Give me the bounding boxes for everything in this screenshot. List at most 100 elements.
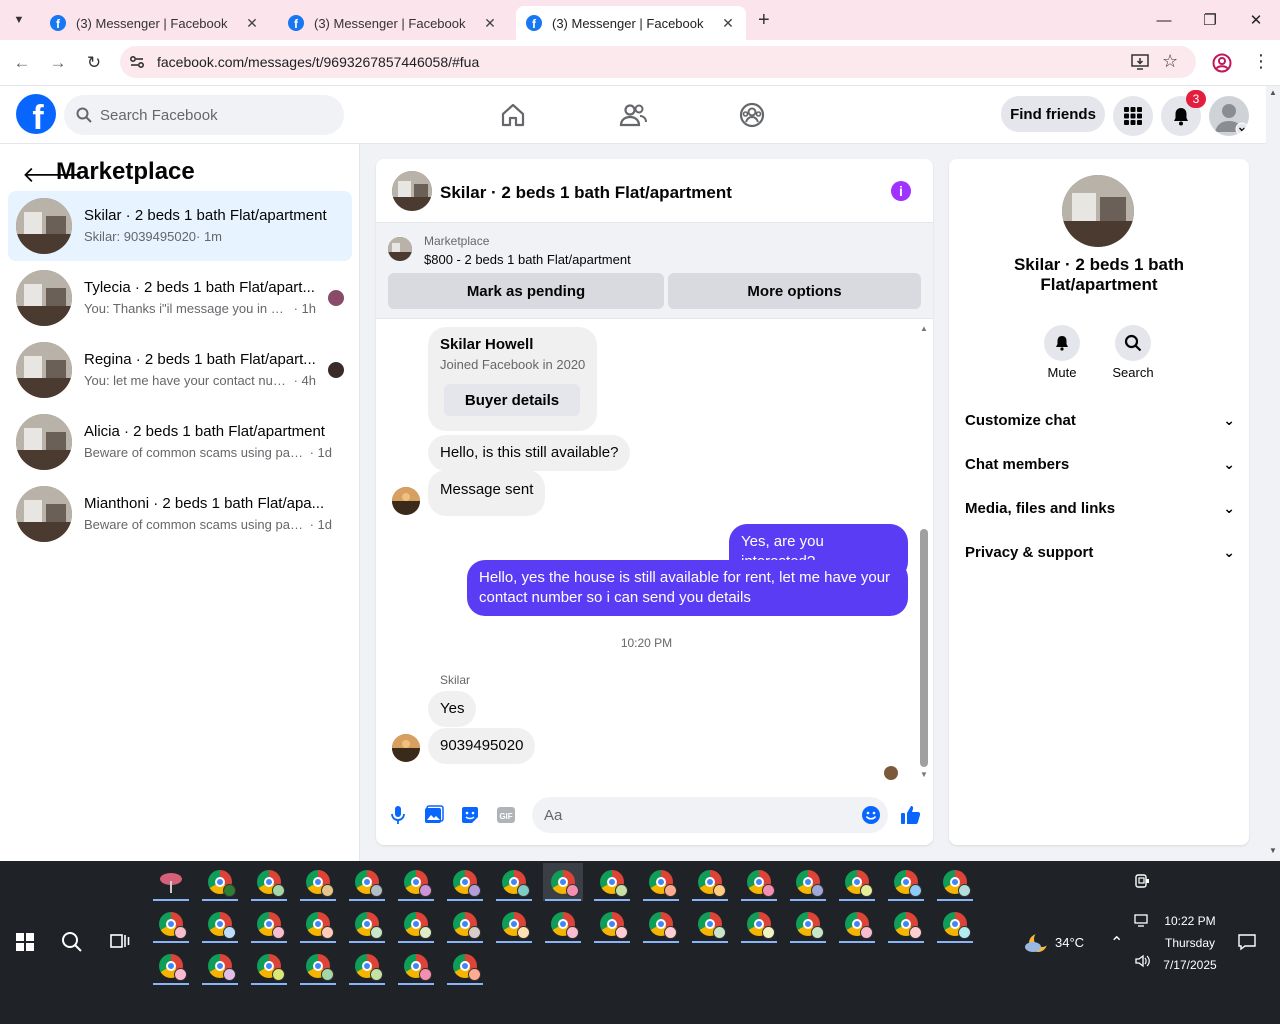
chrome-taskbar-icon[interactable]: [200, 863, 240, 901]
chat-members-section[interactable]: Chat members ⌄: [965, 446, 1235, 482]
conversation-item-skilar[interactable]: Skilar · 2 beds 1 bath Flat/apartment Sk…: [8, 191, 352, 261]
search-input[interactable]: [100, 95, 330, 135]
find-friends-button[interactable]: Find friends: [1001, 96, 1105, 132]
gif-icon[interactable]: GIF: [496, 805, 516, 825]
chrome-taskbar-icon[interactable]: [151, 905, 191, 943]
chrome-taskbar-icon[interactable]: [200, 947, 240, 985]
chrome-taskbar-icon[interactable]: [739, 905, 779, 943]
menu-grid-button[interactable]: [1113, 96, 1153, 136]
close-tab-icon[interactable]: ✕: [720, 15, 736, 32]
thumbs-up-icon[interactable]: [900, 804, 922, 826]
chrome-taskbar-icon[interactable]: [935, 863, 975, 901]
mute-button[interactable]: Mute: [1027, 325, 1097, 380]
incoming-message[interactable]: 9039495020: [428, 728, 536, 764]
chrome-taskbar-icon[interactable]: [347, 863, 387, 901]
taskbar-search-icon[interactable]: [61, 931, 83, 953]
back-arrow-icon[interactable]: ←: [12, 53, 32, 73]
chrome-taskbar-icon[interactable]: [347, 947, 387, 985]
chrome-taskbar-icon[interactable]: [249, 863, 289, 901]
message-input[interactable]: [532, 797, 888, 833]
browser-tab-3-active[interactable]: f (3) Messenger | Facebook ✕: [516, 6, 746, 40]
clock-day[interactable]: Thursday: [1160, 936, 1220, 950]
incoming-message[interactable]: Message sent: [428, 470, 546, 516]
chrome-taskbar-icon[interactable]: [445, 947, 485, 985]
profile-avatar[interactable]: [1209, 96, 1249, 136]
groups-icon[interactable]: [738, 101, 766, 129]
close-tab-icon[interactable]: ✕: [482, 15, 498, 32]
chrome-taskbar-icon[interactable]: [788, 863, 828, 901]
friends-icon[interactable]: [619, 101, 647, 129]
chrome-taskbar-icon[interactable]: [690, 905, 730, 943]
chrome-taskbar-icon[interactable]: [249, 905, 289, 943]
reload-icon[interactable]: ↻: [84, 53, 104, 73]
conversation-item-regina[interactable]: Regina · 2 beds 1 bath Flat/apart... You…: [8, 335, 352, 405]
chrome-taskbar-icon[interactable]: [494, 863, 534, 901]
close-tab-icon[interactable]: ✕: [244, 15, 260, 32]
chrome-taskbar-icon[interactable]: [298, 863, 338, 901]
chrome-taskbar-icon[interactable]: [788, 905, 828, 943]
chrome-taskbar-icon[interactable]: [592, 905, 632, 943]
minimize-window-icon[interactable]: —: [1150, 8, 1178, 32]
taskbar-app-icon[interactable]: [151, 863, 191, 901]
chrome-taskbar-icon[interactable]: [298, 947, 338, 985]
chrome-taskbar-icon[interactable]: [543, 905, 583, 943]
restore-window-icon[interactable]: ❐: [1196, 8, 1224, 32]
chrome-taskbar-icon[interactable]: [249, 947, 289, 985]
network-icon[interactable]: [1134, 914, 1150, 928]
mark-as-pending-button[interactable]: Mark as pending: [388, 273, 664, 309]
photo-gallery-icon[interactable]: [424, 805, 444, 825]
chrome-taskbar-icon[interactable]: [641, 863, 681, 901]
close-window-icon[interactable]: ✕: [1242, 8, 1270, 32]
chrome-taskbar-icon[interactable]: [886, 863, 926, 901]
notifications-center-icon[interactable]: [1238, 933, 1256, 951]
meet-now-icon[interactable]: [1134, 873, 1150, 889]
emoji-icon[interactable]: [861, 805, 881, 825]
chat-title[interactable]: Skilar · 2 beds 1 bath Flat/apartment: [440, 183, 732, 203]
chrome-taskbar-icon[interactable]: [396, 947, 436, 985]
conversation-item-alicia[interactable]: Alicia · 2 beds 1 bath Flat/apartment Be…: [8, 407, 352, 477]
windows-start-icon[interactable]: [16, 933, 34, 951]
chrome-taskbar-icon[interactable]: [445, 863, 485, 901]
conversation-item-tylecia[interactable]: Tylecia · 2 beds 1 bath Flat/apart... Yo…: [8, 263, 352, 333]
buyer-details-button[interactable]: Buyer details: [444, 384, 580, 416]
scroll-up-icon[interactable]: ▲: [1269, 88, 1277, 97]
scroll-down-icon[interactable]: ▼: [920, 770, 928, 779]
site-settings-icon[interactable]: [129, 54, 145, 70]
media-files-links-section[interactable]: Media, files and links ⌄: [965, 490, 1235, 526]
conversation-item-mianthoni[interactable]: Mianthoni · 2 beds 1 bath Flat/apa... Be…: [8, 479, 352, 549]
bookmark-star-icon[interactable]: ☆: [1162, 51, 1178, 72]
chrome-taskbar-icon[interactable]: [200, 905, 240, 943]
info-icon[interactable]: i: [891, 181, 911, 201]
chrome-taskbar-icon[interactable]: [641, 905, 681, 943]
customize-chat-section[interactable]: Customize chat ⌄: [965, 402, 1235, 438]
scrollbar-thumb[interactable]: [920, 529, 928, 767]
sticker-icon[interactable]: [460, 805, 480, 825]
browser-tab-2[interactable]: f (3) Messenger | Facebook ✕: [278, 6, 508, 40]
weather-temperature[interactable]: 34°C: [1055, 935, 1084, 950]
tab-search-chevron-icon[interactable]: ▼: [8, 9, 30, 31]
facebook-search[interactable]: [64, 95, 344, 135]
chrome-taskbar-icon[interactable]: [396, 863, 436, 901]
browser-menu-icon[interactable]: ⋮: [1252, 51, 1270, 72]
address-bar[interactable]: facebook.com/messages/t/9693267857446058…: [120, 46, 1196, 78]
chrome-taskbar-icon[interactable]: [298, 905, 338, 943]
browser-tab-1[interactable]: f (3) Messenger | Facebook ✕: [40, 6, 270, 40]
page-scrollbar[interactable]: ▲ ▼: [1266, 86, 1280, 861]
chrome-taskbar-icon[interactable]: [935, 905, 975, 943]
show-hidden-icons-chevron-icon[interactable]: ⌃: [1110, 933, 1123, 953]
volume-icon[interactable]: [1134, 953, 1150, 969]
chrome-taskbar-icon[interactable]: [837, 863, 877, 901]
home-icon[interactable]: [499, 101, 527, 129]
chat-listing-thumbnail[interactable]: [392, 171, 432, 211]
install-app-icon[interactable]: [1131, 54, 1149, 70]
outgoing-message[interactable]: Hello, yes the house is still available …: [467, 560, 908, 616]
microphone-icon[interactable]: [388, 805, 408, 825]
clock-date[interactable]: 7/17/2025: [1160, 958, 1220, 972]
facebook-logo[interactable]: f: [16, 94, 56, 134]
weather-moon-cloud-icon[interactable]: [1024, 930, 1050, 954]
chrome-taskbar-icon[interactable]: [739, 863, 779, 901]
forward-arrow-icon[interactable]: →: [48, 53, 68, 73]
chrome-taskbar-icon[interactable]: [151, 947, 191, 985]
chrome-taskbar-icon[interactable]: [445, 905, 485, 943]
chrome-taskbar-icon[interactable]: [396, 905, 436, 943]
